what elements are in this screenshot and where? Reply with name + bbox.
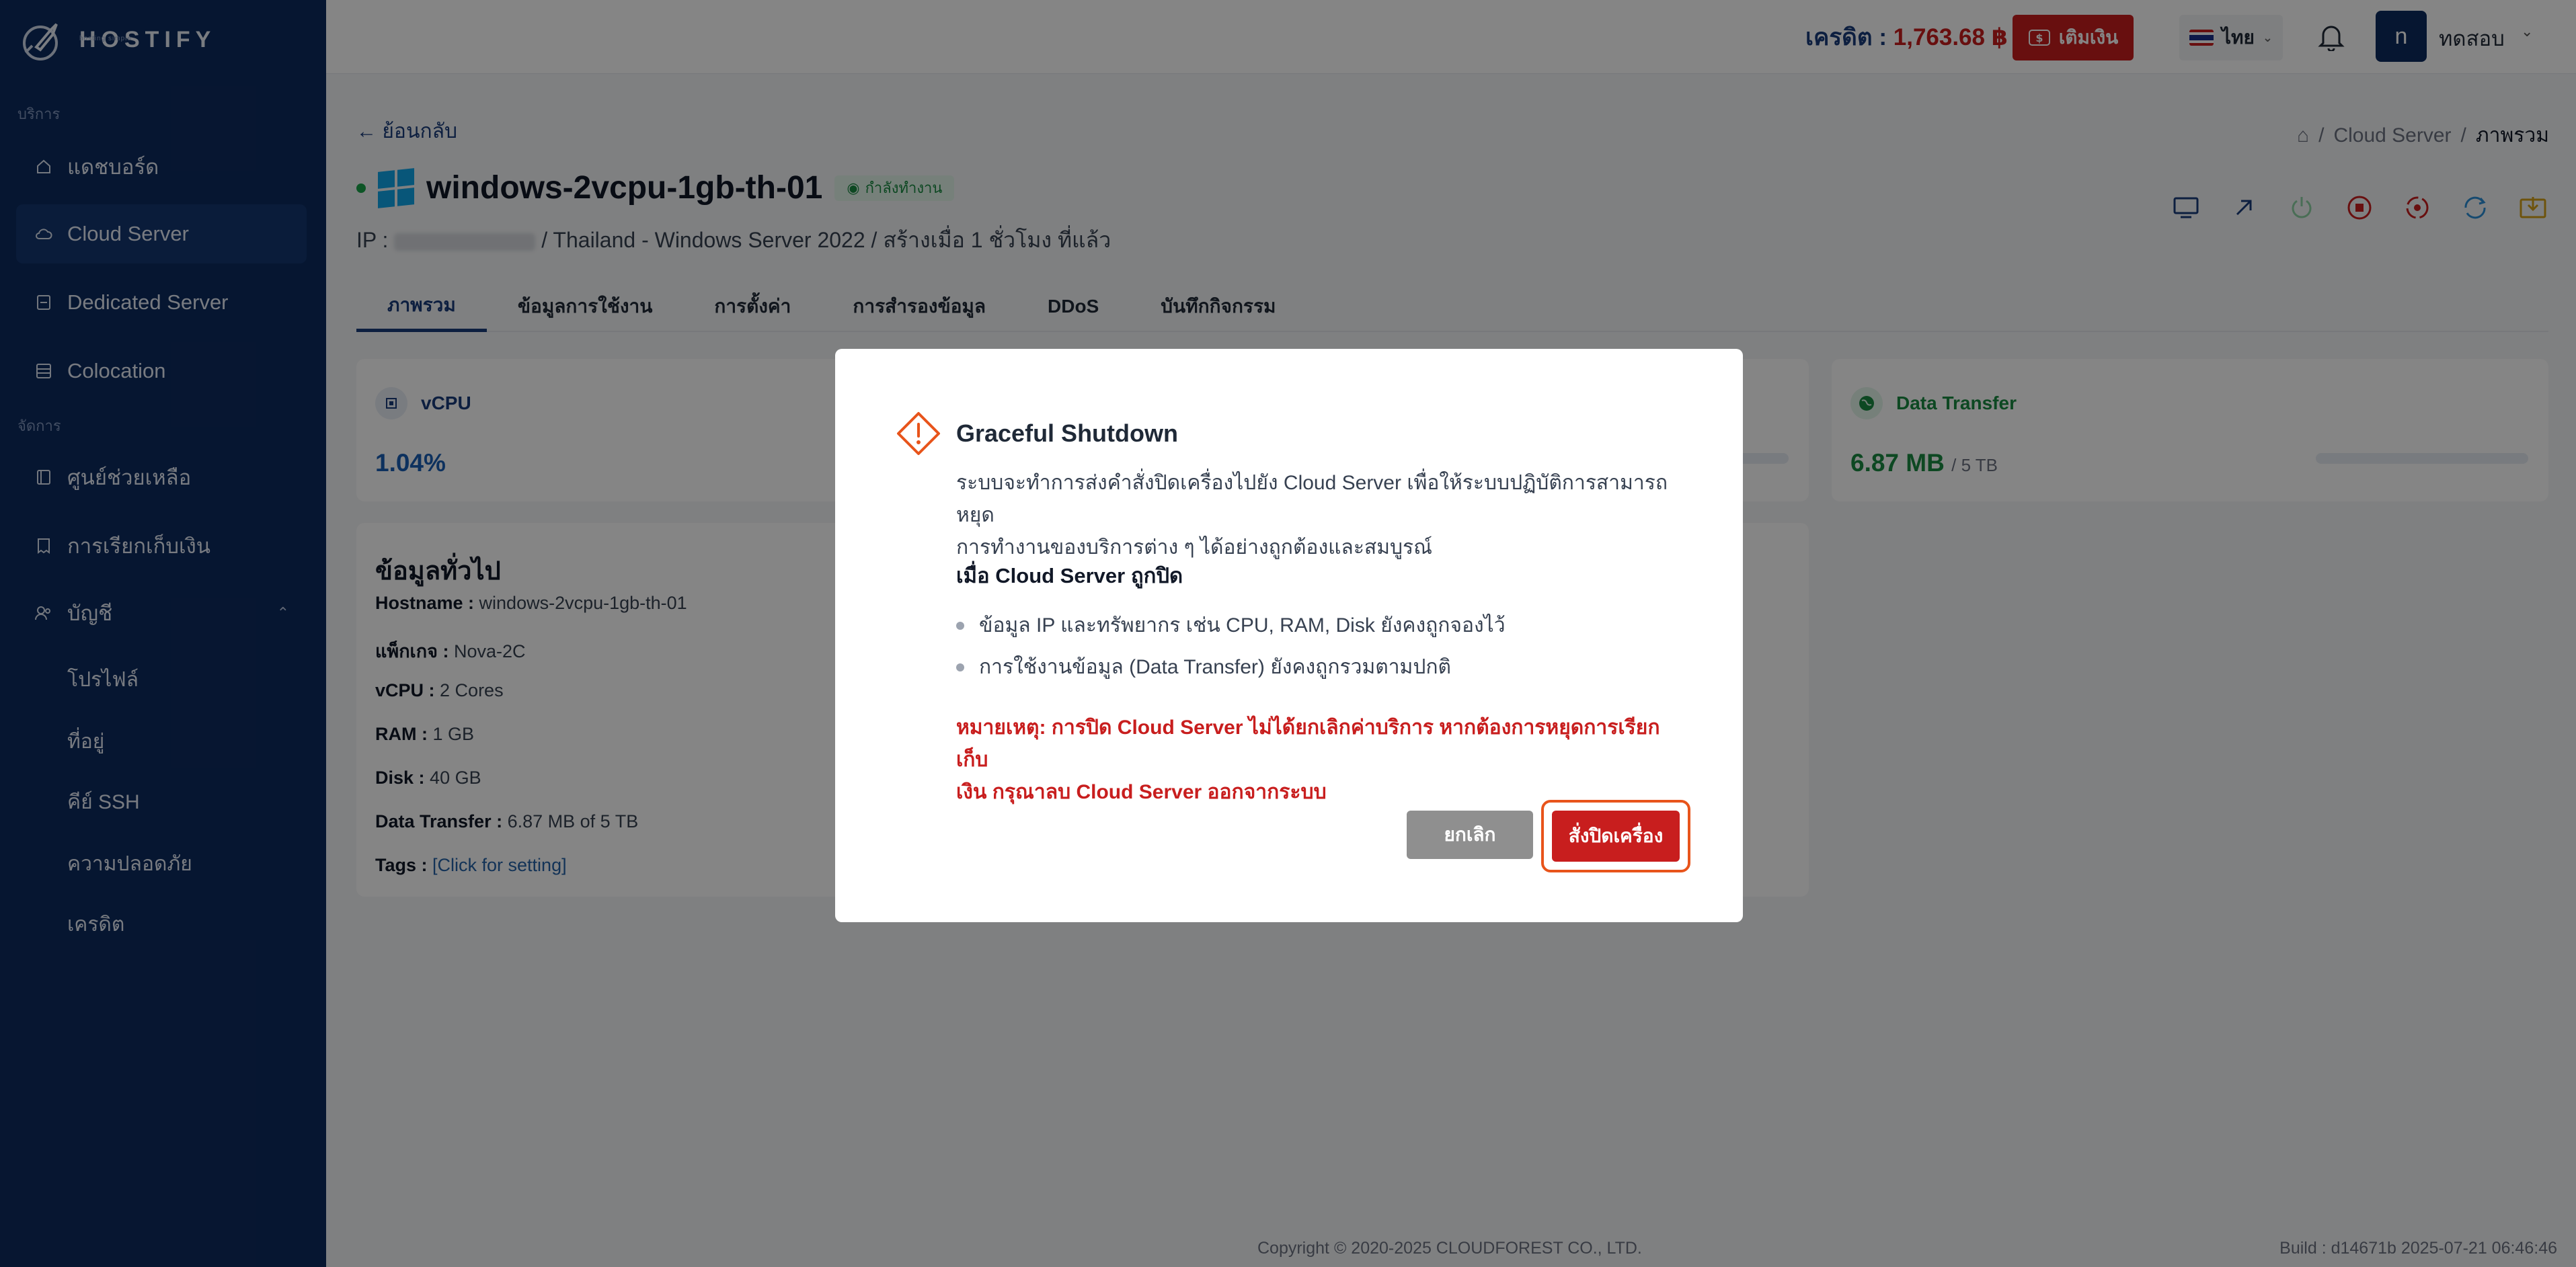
cancel-button[interactable]: ยกเลิก bbox=[1407, 811, 1533, 859]
warning-icon bbox=[897, 412, 940, 455]
bullet-dot-icon bbox=[956, 621, 964, 630]
dialog-subheading: เมื่อ Cloud Server ถูกปิด bbox=[956, 564, 1183, 587]
dialog-bullet: การใช้งานข้อมูล (Data Transfer) ยังคงถูก… bbox=[956, 651, 1451, 683]
dialog-description: ระบบจะทำการส่งคำสั่งปิดเครื่องไปยัง Clou… bbox=[956, 472, 1668, 559]
dialog-bullet: ข้อมูล IP และทรัพยากร เช่น CPU, RAM, Dis… bbox=[956, 610, 1506, 641]
dialog-title: Graceful Shutdown bbox=[956, 419, 1179, 447]
confirm-shutdown-button[interactable]: สั่งปิดเครื่อง bbox=[1552, 811, 1680, 862]
graceful-shutdown-dialog: Graceful Shutdown ระบบจะทำการส่งคำสั่งปิ… bbox=[835, 349, 1743, 922]
confirm-button-focus-ring: สั่งปิดเครื่อง bbox=[1541, 800, 1690, 872]
bullet-dot-icon bbox=[956, 663, 964, 671]
dialog-warning-note: หมายเหตุ: การปิด Cloud Server ไม่ได้ยกเล… bbox=[956, 717, 1660, 803]
